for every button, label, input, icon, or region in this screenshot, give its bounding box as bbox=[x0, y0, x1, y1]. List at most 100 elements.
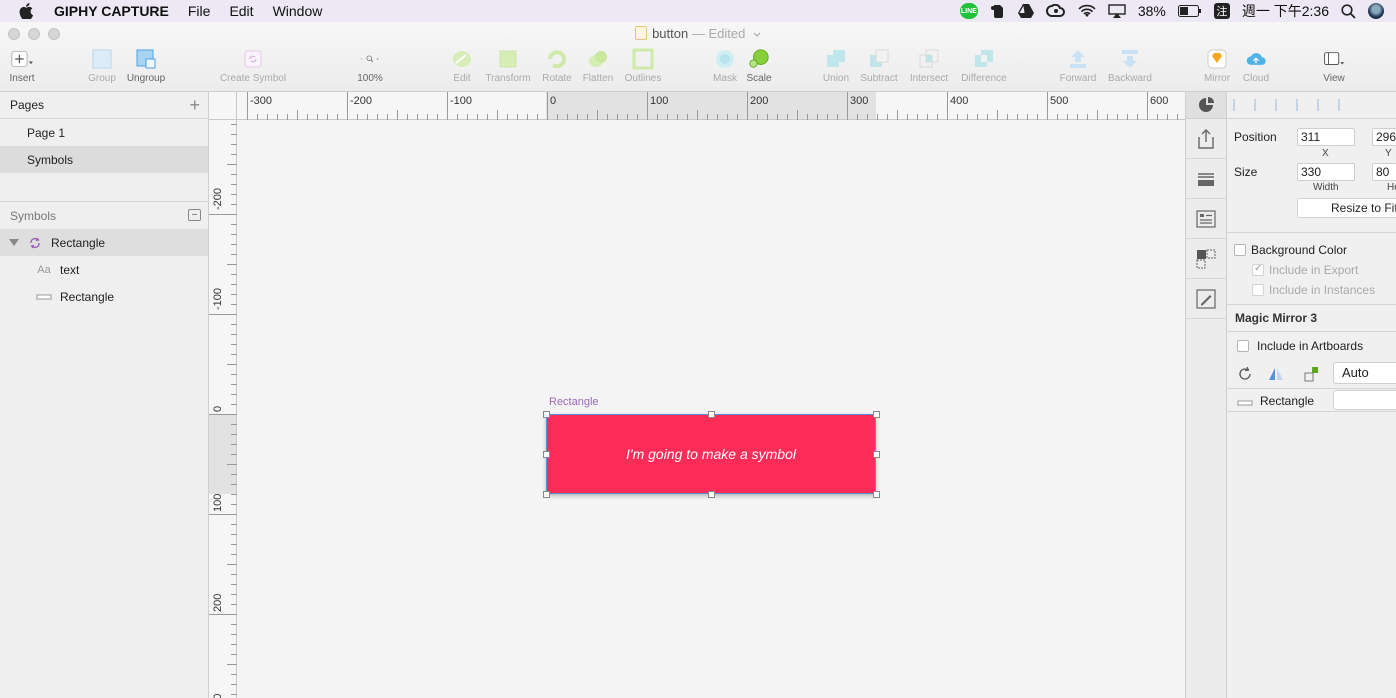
airplay-icon[interactable] bbox=[1108, 4, 1126, 18]
app-name-menu[interactable]: GIPHY CAPTURE bbox=[54, 3, 169, 19]
layer-item-rectangle[interactable]: Rectangle bbox=[0, 283, 208, 310]
user-avatar-icon[interactable] bbox=[1368, 3, 1384, 19]
status-area: LINE 38% 注 週一 下午2:36 bbox=[959, 0, 1396, 22]
button-rectangle[interactable]: I'm going to make a symbol bbox=[546, 414, 876, 494]
zoom-icon bbox=[359, 48, 381, 70]
artboard-icon bbox=[1196, 249, 1216, 268]
wifi-icon[interactable] bbox=[1078, 4, 1096, 18]
page-item-symbols[interactable]: Symbols bbox=[0, 146, 208, 173]
ruler-label: -100 bbox=[450, 95, 473, 107]
height-field[interactable]: 80 bbox=[1372, 163, 1396, 181]
include-export-label: Include in Export bbox=[1269, 263, 1359, 277]
ruler-label: 0 bbox=[212, 405, 224, 412]
section-divider bbox=[1227, 411, 1396, 412]
section-divider bbox=[1227, 331, 1396, 332]
resize-handle-top-left[interactable] bbox=[543, 411, 550, 418]
subtract-icon bbox=[868, 48, 890, 70]
rotate-icon bbox=[546, 48, 568, 70]
evernote-icon[interactable] bbox=[990, 3, 1006, 19]
rotate-layer-icon[interactable] bbox=[1303, 365, 1321, 386]
layer-item-text[interactable]: Aa text bbox=[0, 256, 208, 283]
resize-handle-bottom[interactable] bbox=[708, 491, 715, 498]
sketch-document-icon bbox=[635, 26, 648, 40]
spotlight-search-icon[interactable] bbox=[1341, 3, 1356, 19]
canvas[interactable] bbox=[237, 120, 1185, 698]
group-icon bbox=[91, 48, 113, 70]
align-center-icon[interactable] bbox=[1296, 99, 1308, 111]
overrides-button[interactable] bbox=[1186, 199, 1226, 239]
export-button[interactable] bbox=[1186, 119, 1226, 159]
menu-window[interactable]: Window bbox=[273, 3, 323, 19]
difference-button[interactable]: Difference bbox=[952, 48, 1016, 84]
insert-button[interactable]: Insert bbox=[0, 48, 54, 84]
button-text[interactable]: I'm going to make a symbol bbox=[626, 446, 796, 462]
resize-to-fit-button[interactable]: Resize to Fit bbox=[1297, 198, 1396, 218]
inspector-tab[interactable] bbox=[1186, 92, 1226, 119]
ungroup-button[interactable]: Ungroup bbox=[114, 48, 178, 84]
resize-handle-bottom-right[interactable] bbox=[873, 491, 880, 498]
resize-handle-top[interactable] bbox=[708, 411, 715, 418]
clock[interactable]: 週一 下午2:36 bbox=[1242, 1, 1329, 21]
align-left-icon[interactable] bbox=[1275, 99, 1287, 111]
zoom-control[interactable]: 100% bbox=[338, 48, 402, 84]
layer-symbol-rectangle[interactable]: Rectangle bbox=[0, 229, 208, 256]
width-field[interactable]: 330 bbox=[1297, 163, 1355, 181]
pie-panel-icon bbox=[1199, 97, 1214, 112]
vertical-ruler[interactable]: -200 -100 0 100 200 300 bbox=[209, 120, 237, 698]
plugin-title: Magic Mirror 3 bbox=[1235, 311, 1318, 325]
align-right-icon[interactable] bbox=[1317, 99, 1329, 111]
ruler-label: 200 bbox=[212, 593, 224, 612]
distribute-horizontal-icon[interactable] bbox=[1233, 99, 1245, 111]
collapse-layers-icon[interactable] bbox=[188, 209, 201, 221]
resize-handle-right[interactable] bbox=[873, 451, 880, 458]
google-drive-icon[interactable] bbox=[1017, 4, 1034, 18]
backward-button[interactable]: Backward bbox=[1098, 48, 1162, 84]
menu-edit[interactable]: Edit bbox=[229, 3, 253, 19]
disclosure-triangle-icon[interactable] bbox=[9, 239, 19, 246]
horizontal-ruler[interactable]: -300 -200 -100 0 100 200 300 400 500 600 bbox=[209, 92, 1185, 120]
apple-menu-icon[interactable] bbox=[19, 3, 41, 19]
background-color-checkbox[interactable] bbox=[1234, 244, 1246, 256]
menu-file[interactable]: File bbox=[188, 3, 211, 19]
pages-divider[interactable] bbox=[0, 173, 208, 202]
ungroup-icon bbox=[135, 48, 157, 70]
page-item-page-1[interactable]: Page 1 bbox=[0, 119, 208, 146]
cloud-button[interactable]: Cloud bbox=[1224, 48, 1288, 84]
distribute-vertical-icon[interactable] bbox=[1254, 99, 1266, 111]
resize-handle-left[interactable] bbox=[543, 451, 550, 458]
y-sublabel: Y bbox=[1385, 148, 1392, 159]
view-button[interactable]: View bbox=[1302, 48, 1366, 84]
include-artboards-checkbox[interactable] bbox=[1237, 340, 1249, 352]
position-x-field[interactable]: 311 bbox=[1297, 128, 1355, 146]
mirror-mode-select[interactable]: Auto bbox=[1333, 362, 1396, 384]
document-title[interactable]: button — Edited bbox=[0, 26, 1396, 41]
rectangle-layer-icon bbox=[36, 293, 52, 301]
align-top-icon[interactable] bbox=[1338, 99, 1350, 111]
layer-list-button[interactable] bbox=[1186, 159, 1226, 199]
line-app-icon[interactable]: LINE bbox=[959, 3, 978, 19]
ruler-corner bbox=[209, 92, 237, 120]
add-page-button[interactable]: + bbox=[189, 95, 200, 116]
resize-handle-bottom-left[interactable] bbox=[543, 491, 550, 498]
window-toolbar: button — Edited Insert Group Ungroup Cre… bbox=[0, 22, 1396, 92]
include-export-checkbox[interactable] bbox=[1252, 263, 1264, 276]
creative-cloud-icon[interactable] bbox=[1045, 4, 1066, 18]
transform-icon bbox=[497, 48, 519, 70]
position-y-field[interactable]: 296 bbox=[1372, 128, 1396, 146]
scale-button[interactable]: Scale bbox=[727, 48, 791, 84]
layers-panel: Pages + Page 1 Symbols Symbols Rectangle… bbox=[0, 92, 209, 698]
ruler-label: 600 bbox=[1150, 95, 1169, 107]
image-edit-button[interactable] bbox=[1186, 279, 1226, 319]
input-method-icon[interactable]: 注 bbox=[1213, 3, 1230, 19]
refresh-icon[interactable] bbox=[1237, 366, 1253, 385]
outlines-button[interactable]: Outlines bbox=[611, 48, 675, 84]
flatten-icon bbox=[587, 48, 609, 70]
battery-icon[interactable] bbox=[1177, 5, 1202, 17]
create-symbol-button[interactable]: Create Symbol bbox=[220, 48, 286, 84]
resize-artboard-button[interactable] bbox=[1186, 239, 1226, 279]
mirror-artboard-select[interactable] bbox=[1333, 390, 1396, 410]
flip-horizontal-icon[interactable] bbox=[1267, 366, 1285, 385]
selection-name-label[interactable]: Rectangle bbox=[549, 396, 599, 408]
resize-handle-top-right[interactable] bbox=[873, 411, 880, 418]
include-instances-checkbox[interactable] bbox=[1252, 284, 1264, 296]
